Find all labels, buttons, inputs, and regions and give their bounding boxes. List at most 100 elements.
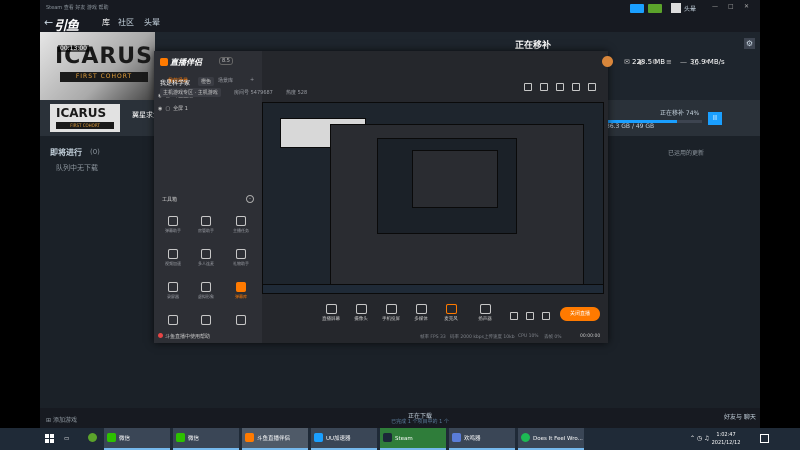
nav-user[interactable]: 头晕 — [144, 17, 160, 28]
streamer-avatar[interactable] — [602, 56, 613, 67]
stop-live-button[interactable]: 关闭直播 — [560, 307, 600, 321]
taskbar-item[interactable]: 欢鸣器 — [449, 428, 515, 450]
help-notice[interactable]: 斗鱼直播中使用帮助 — [158, 333, 210, 340]
grid-icon[interactable] — [556, 83, 564, 91]
taskbar-item-label: 微信 — [188, 436, 200, 442]
skin-icon[interactable]: ◐ — [638, 58, 644, 66]
back-arrow-icon[interactable]: ← — [44, 16, 53, 29]
speaker-button[interactable]: 扬声器 — [468, 304, 502, 322]
collapse-icon[interactable]: – — [246, 195, 254, 203]
stream-preview[interactable] — [262, 102, 604, 294]
browser-icon[interactable] — [88, 428, 100, 450]
system-clock[interactable]: 1:02:47 2021/12/12 — [706, 431, 746, 447]
menu-icon[interactable]: ≡ — [666, 58, 672, 66]
lock-icon[interactable]: ▢ — [165, 106, 170, 112]
tool-avatar[interactable]: 虚拟形象 — [191, 282, 221, 306]
avatar-icon — [201, 282, 211, 292]
game-icon — [201, 315, 211, 325]
steam-nav: ← 引鱼 库 社区 头晕 — [40, 14, 760, 34]
preview-taskbar — [262, 284, 604, 294]
version-badge: 8.5 — [219, 57, 233, 65]
friends-chat-button[interactable]: 好友与 聊天 — [724, 412, 756, 421]
disk-usage-stat: 228.5 MB — [632, 58, 666, 66]
settings-icon[interactable]: ⚙ — [652, 58, 658, 66]
tool-gift-helper[interactable]: 礼物助手 — [226, 249, 256, 273]
add-game-label: 添加游戏 — [52, 417, 77, 424]
phone-cast-button[interactable]: 手机投屏 — [374, 304, 408, 322]
hero-timer: 00:13:00 — [58, 45, 89, 52]
tool-label: 礼物助手 — [233, 261, 249, 266]
taskbar-item[interactable]: 微信 — [173, 428, 239, 450]
nav-community[interactable]: 社区 — [118, 17, 134, 28]
nav-library[interactable]: 库 — [102, 17, 110, 28]
minimize-icon[interactable]: — — [680, 58, 687, 66]
downloads-status-sub: 已完成 1 个项目中的 1 个 — [391, 419, 449, 425]
share-icon[interactable] — [588, 83, 596, 91]
clock-time: 1:02:47 — [716, 432, 736, 438]
tool-danmaku-helper[interactable]: 弹幕助手 — [158, 216, 188, 240]
tab-scene-library[interactable]: 场景库 — [218, 77, 233, 84]
group-icon — [201, 249, 211, 259]
category-badge[interactable]: 橙色 — [198, 77, 215, 86]
download-size: 36.3 GB / 49 GB — [606, 123, 655, 130]
close-icon[interactable]: ✕ — [704, 58, 710, 66]
control-label: 多媒体 — [414, 317, 428, 322]
taskbar-item[interactable]: Steam — [380, 428, 446, 450]
notification-button[interactable] — [648, 4, 662, 13]
shop-icon[interactable] — [524, 83, 532, 91]
windows-start-icon[interactable] — [45, 434, 55, 444]
room-title[interactable]: 主机游戏专区 · 主机游戏 — [160, 88, 221, 97]
lock-icon[interactable] — [540, 83, 548, 91]
streamer-name: 我是科学家 — [160, 80, 191, 87]
close-icon[interactable]: ✕ — [744, 3, 749, 10]
tool-label: 弹幕库 — [235, 294, 247, 299]
bell-icon[interactable] — [572, 83, 580, 91]
pause-button[interactable]: II — [708, 112, 722, 125]
steam-bottom-bar: ⊞ 添加游戏 正在下载 已完成 1 个项目中的 1 个 好友与 聊天 — [40, 408, 760, 428]
tool-start[interactable] — [226, 315, 256, 339]
account-name[interactable]: 头晕 — [684, 4, 696, 13]
camera-button[interactable]: 摄像头 — [344, 304, 378, 322]
taskbar-item-label: 斗鱼直播伴侣 — [257, 436, 291, 442]
user-icon — [201, 216, 211, 226]
tool-recorder[interactable]: 录屏器 — [158, 282, 188, 306]
record-icon[interactable] — [510, 312, 518, 320]
add-game-button[interactable]: ⊞ 添加游戏 — [46, 415, 77, 424]
tool-room-manager[interactable]: 房管助手 — [191, 216, 221, 240]
steam-menu[interactable]: Steam 查看 好友 游戏 帮助 — [46, 4, 109, 11]
tool-video-boost[interactable]: 视频加速 — [158, 249, 188, 273]
desktop-icon[interactable]: ▭ — [64, 428, 69, 450]
gear-icon[interactable]: ⚙ — [744, 38, 755, 49]
scene-item[interactable]: ◉ ▢ 全屏 1 — [158, 105, 188, 112]
download-status: 正在移补 74% — [660, 110, 700, 117]
microphone-button[interactable]: 麦克风 — [434, 304, 468, 322]
taskbar-item[interactable]: UU加速器 — [311, 428, 377, 450]
screen-capture-button[interactable]: 直播屏幕 — [314, 304, 348, 322]
taskbar-item[interactable]: Does It Feel Wro... — [518, 428, 584, 450]
tool-multi-mic[interactable]: 多人连麦 — [191, 249, 221, 273]
tool-label: 房管助手 — [198, 228, 214, 233]
taskbar-item[interactable]: 微信 — [104, 428, 170, 450]
eye-icon[interactable] — [526, 312, 534, 320]
settings-icon[interactable] — [542, 312, 550, 320]
maximize-icon[interactable]: □ — [728, 3, 734, 10]
tool-label: 多人连麦 — [198, 261, 214, 266]
message-icon[interactable]: ✉ — [624, 58, 630, 66]
taskbar-item[interactable]: 斗鱼直播伴侣 — [242, 428, 308, 450]
tool-tasks[interactable]: 主播任务 — [226, 216, 256, 240]
eye-icon[interactable]: ◉ — [158, 106, 162, 112]
tool-danmaku-library[interactable]: 弹幕库 — [226, 282, 256, 306]
maximize-icon[interactable]: □ — [692, 58, 699, 66]
tool-label: 虚拟形象 — [198, 294, 214, 299]
notification-icon[interactable] — [760, 434, 769, 443]
wechat-icon — [107, 433, 116, 442]
media-button[interactable]: 多媒体 — [404, 304, 438, 322]
stream-status-bar: 帧率 FPS 33 码率 2000 kbps 上传速度 10kb CPU 10%… — [262, 331, 608, 343]
taskbar-item-label: Steam — [395, 436, 413, 442]
taskbar-item-label: UU加速器 — [326, 436, 351, 442]
announcement-button[interactable] — [630, 4, 644, 13]
minimize-icon[interactable]: — — [712, 3, 718, 10]
avatar[interactable] — [671, 3, 681, 13]
add-scene-icon[interactable]: + — [250, 77, 254, 83]
douyu-logo: 直播伴侣 — [160, 57, 202, 68]
